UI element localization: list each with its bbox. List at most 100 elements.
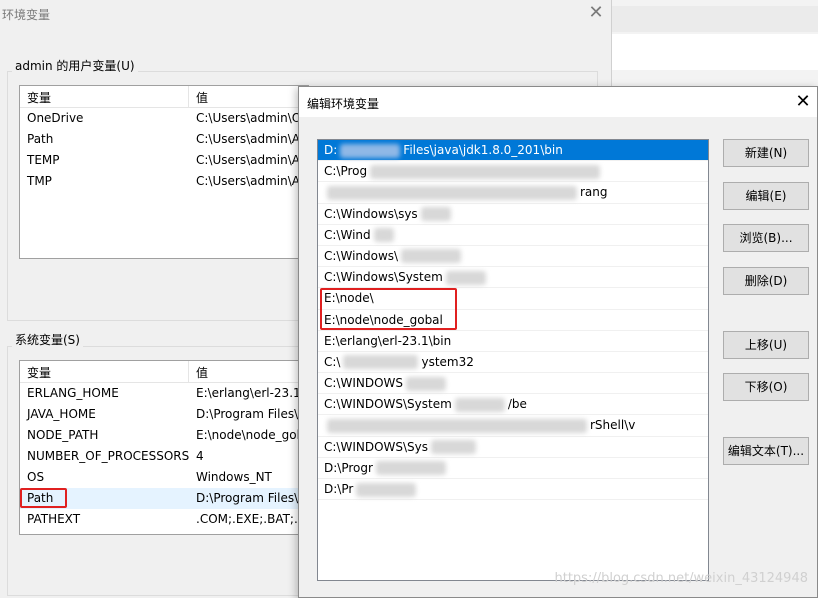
table-row[interactable]: Path D:\Program Files\ — [20, 488, 308, 509]
table-row[interactable]: NUMBER_OF_PROCESSORS 4 — [20, 446, 308, 467]
path-entry[interactable]: C:\Wind — [318, 225, 708, 246]
redacted-text — [445, 270, 486, 285]
window-title: 环境变量 — [2, 8, 51, 22]
path-entries-list[interactable]: D: Files\java\jdk1.8.0_201\bin C:\Prog rang… — [317, 139, 709, 581]
other-window-bar — [612, 34, 818, 70]
variable-name: OneDrive — [27, 111, 84, 125]
column-header-value[interactable]: 值 — [196, 89, 208, 106]
variable-value: E:\node\node_gob — [196, 428, 305, 442]
variable-value: Windows_NT — [196, 470, 272, 484]
edit-environment-variable-dialog: 编辑环境变量 ✕ D: Files\java\jdk1.8.0_201\bin C:… — [298, 86, 818, 598]
path-entry[interactable]: E:\node\ — [318, 288, 708, 310]
dialog-titlebar: 编辑环境变量 ✕ — [299, 87, 817, 117]
table-row[interactable]: TEMP C:\Users\admin\A — [20, 150, 308, 171]
browse-button[interactable]: 浏览(B)... — [723, 224, 809, 252]
table-row[interactable]: TMP C:\Users\admin\A — [20, 171, 308, 192]
path-text: C:\ — [324, 354, 341, 369]
variable-value: D:\Program Files\ — [196, 407, 299, 421]
variable-value: .COM;.EXE;.BAT;.C — [196, 512, 307, 526]
variable-name: OS — [27, 470, 45, 484]
path-text: C:\Prog — [324, 164, 368, 179]
path-text: rShell\v — [590, 418, 636, 433]
path-text: ystem32 — [421, 354, 474, 369]
path-text: C:\WINDOWS\Sys — [324, 439, 429, 454]
table-header: 变量 值 — [20, 86, 308, 108]
variable-name: ERLANG_HOME — [27, 386, 119, 400]
variable-value: C:\Users\admin\A — [196, 132, 300, 146]
path-entry[interactable]: rang — [318, 182, 708, 204]
table-row[interactable]: ERLANG_HOME E:\erlang\erl-23.1 — [20, 383, 308, 404]
edit-text-button[interactable]: 编辑文本(T)... — [723, 437, 809, 465]
variable-name: NUMBER_OF_PROCESSORS — [27, 449, 190, 463]
path-text: /be — [507, 397, 527, 412]
variable-value: D:\Program Files\ — [196, 491, 299, 505]
variable-name: PATHEXT — [27, 512, 81, 526]
table-row[interactable]: JAVA_HOME D:\Program Files\ — [20, 404, 308, 425]
system-variables-label: 系统变量(S) — [12, 331, 83, 348]
user-variables-label: admin 的用户变量(U) — [12, 57, 138, 74]
edit-button[interactable]: 编辑(E) — [723, 182, 809, 210]
system-variables-table[interactable]: 变量 值 ERLANG_HOME E:\erlang\erl-23.1 JAVA_H… — [19, 360, 309, 535]
close-icon[interactable]: ✕ — [791, 90, 815, 114]
path-entry[interactable]: D: Files\java\jdk1.8.0_201\bin — [318, 140, 708, 162]
path-entry[interactable]: D:\Pr — [318, 479, 708, 501]
column-header-value[interactable]: 值 — [196, 364, 208, 381]
path-text: D:\Progr — [324, 460, 373, 475]
path-text: E:\erlang\erl-23.1\bin — [324, 333, 452, 348]
path-text: E:\node\ — [324, 291, 374, 306]
column-header-variable[interactable]: 变量 — [27, 364, 51, 381]
path-text: D:\Pr — [324, 482, 354, 496]
table-row[interactable]: Path C:\Users\admin\A — [20, 129, 308, 150]
variable-value: C:\Users\admin\A — [196, 153, 300, 167]
redacted-text — [327, 185, 577, 200]
variable-value: C:\Users\admin\A — [196, 174, 300, 188]
delete-button[interactable]: 删除(D) — [723, 267, 809, 295]
dialog-title: 编辑环境变量 — [307, 97, 380, 111]
column-header-variable[interactable]: 变量 — [27, 89, 51, 106]
variable-name: JAVA_HOME — [27, 407, 96, 421]
table-row[interactable]: PATHEXT .COM;.EXE;.BAT;.C — [20, 509, 308, 530]
path-entry[interactable]: C:\ ystem32 — [318, 352, 708, 374]
redacted-text — [420, 207, 451, 222]
table-row[interactable]: OS Windows_NT — [20, 467, 308, 488]
path-entry[interactable]: C:\Windows\System — [318, 267, 708, 289]
path-text: C:\WINDOWS\System — [324, 397, 452, 412]
redacted-text — [431, 440, 477, 455]
move-up-button[interactable]: 上移(U) — [723, 331, 809, 359]
path-entry[interactable]: C:\Prog — [318, 161, 708, 183]
redacted-text — [375, 461, 446, 476]
path-entry[interactable]: rShell\v — [318, 415, 708, 437]
path-text: C:\Windows\ — [324, 248, 399, 263]
path-entry[interactable]: C:\Windows\sys — [318, 204, 708, 225]
other-window-bar — [612, 6, 818, 32]
redacted-text — [373, 228, 394, 243]
table-row[interactable]: NODE_PATH E:\node\node_gob — [20, 425, 308, 446]
close-icon[interactable]: ✕ — [585, 2, 607, 24]
path-entry[interactable]: C:\WINDOWS\Sys — [318, 437, 708, 458]
path-entry[interactable]: E:\node\node_gobal — [318, 310, 708, 331]
variable-name: Path — [27, 132, 54, 146]
path-text: C:\WINDOWS — [324, 376, 404, 391]
user-variables-table[interactable]: 变量 值 OneDrive C:\Users\admin\O Path C:\User… — [19, 85, 309, 259]
redacted-text — [401, 249, 462, 264]
path-entry[interactable]: C:\Windows\ — [318, 246, 708, 268]
table-row[interactable]: OneDrive C:\Users\admin\O — [20, 108, 308, 129]
path-text: C:\Windows\sys — [324, 206, 418, 221]
path-text: D: — [324, 143, 338, 157]
path-entry[interactable]: C:\WINDOWS — [318, 373, 708, 395]
new-button[interactable]: 新建(N) — [723, 139, 809, 167]
variable-name: TEMP — [27, 153, 60, 167]
redacted-text — [406, 376, 447, 391]
move-down-button[interactable]: 下移(O) — [723, 373, 809, 401]
path-text: rang — [580, 185, 608, 200]
variable-value: C:\Users\admin\O — [196, 111, 302, 125]
path-entry[interactable]: C:\WINDOWS\System/be — [318, 394, 708, 416]
redacted-text — [343, 355, 419, 370]
watermark: https://blog.csdn.net/weixin_43124948 — [554, 571, 808, 586]
path-text: Files\java\jdk1.8.0_201\bin — [403, 143, 563, 157]
path-entry[interactable]: E:\erlang\erl-23.1\bin — [318, 331, 708, 352]
redacted-text — [454, 397, 505, 412]
path-text: C:\Wind — [324, 227, 371, 242]
variable-name: TMP — [27, 174, 52, 188]
path-entry[interactable]: D:\Progr — [318, 458, 708, 479]
